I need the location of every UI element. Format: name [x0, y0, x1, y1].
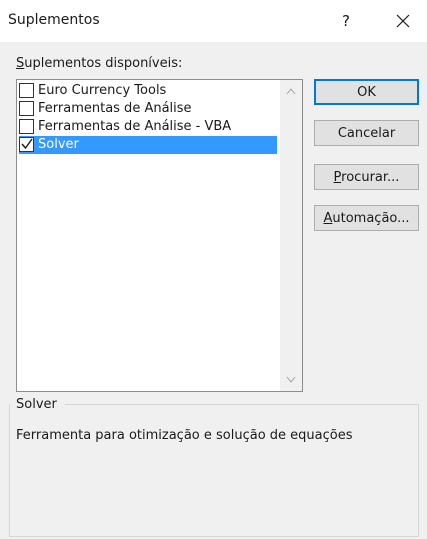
addins-listbox[interactable]: Euro Currency Tools Ferramentas de Análi… — [16, 79, 303, 392]
list-item-label: Solver — [38, 137, 79, 152]
close-icon — [396, 14, 410, 27]
description-title: Solver — [16, 397, 60, 412]
description-group — [9, 404, 419, 537]
addins-dialog: Suplementos ? Suplementos disponíveis: E… — [0, 0, 427, 539]
checkbox[interactable] — [19, 119, 34, 134]
browse-button[interactable]: Procurar... — [314, 164, 419, 190]
available-addins-label: Suplementos disponíveis: — [16, 56, 183, 71]
list-item-solver[interactable]: Solver — [19, 136, 277, 154]
help-button[interactable]: ? — [332, 8, 360, 34]
title-bar[interactable]: Suplementos ? — [0, 0, 427, 42]
cancel-button[interactable]: Cancelar — [314, 120, 419, 146]
scroll-up-button[interactable] — [280, 82, 302, 100]
list-item-label: Euro Currency Tools — [38, 83, 167, 98]
description-text: Ferramenta para otimização e solução de … — [16, 428, 353, 443]
close-button[interactable] — [386, 6, 420, 34]
chevron-down-icon — [286, 376, 296, 383]
checkbox[interactable] — [19, 101, 34, 116]
list-item-label: Ferramentas de Análise — [38, 101, 192, 116]
list-item-label: Ferramentas de Análise - VBA — [38, 119, 232, 134]
automation-button[interactable]: Automação... — [314, 205, 419, 231]
list-item-analysis-toolpak[interactable]: Ferramentas de Análise — [19, 100, 277, 118]
window-title: Suplementos — [8, 12, 100, 28]
checkbox[interactable] — [19, 83, 34, 98]
list-item-analysis-toolpak-vba[interactable]: Ferramentas de Análise - VBA — [19, 118, 277, 136]
checkmark-icon — [21, 138, 33, 150]
scroll-down-button[interactable] — [280, 371, 302, 389]
checkbox[interactable] — [19, 137, 34, 152]
ok-button[interactable]: OK — [314, 79, 419, 105]
vertical-scrollbar[interactable] — [280, 80, 302, 391]
chevron-up-icon — [286, 88, 296, 95]
list-item-euro-currency-tools[interactable]: Euro Currency Tools — [19, 82, 277, 100]
